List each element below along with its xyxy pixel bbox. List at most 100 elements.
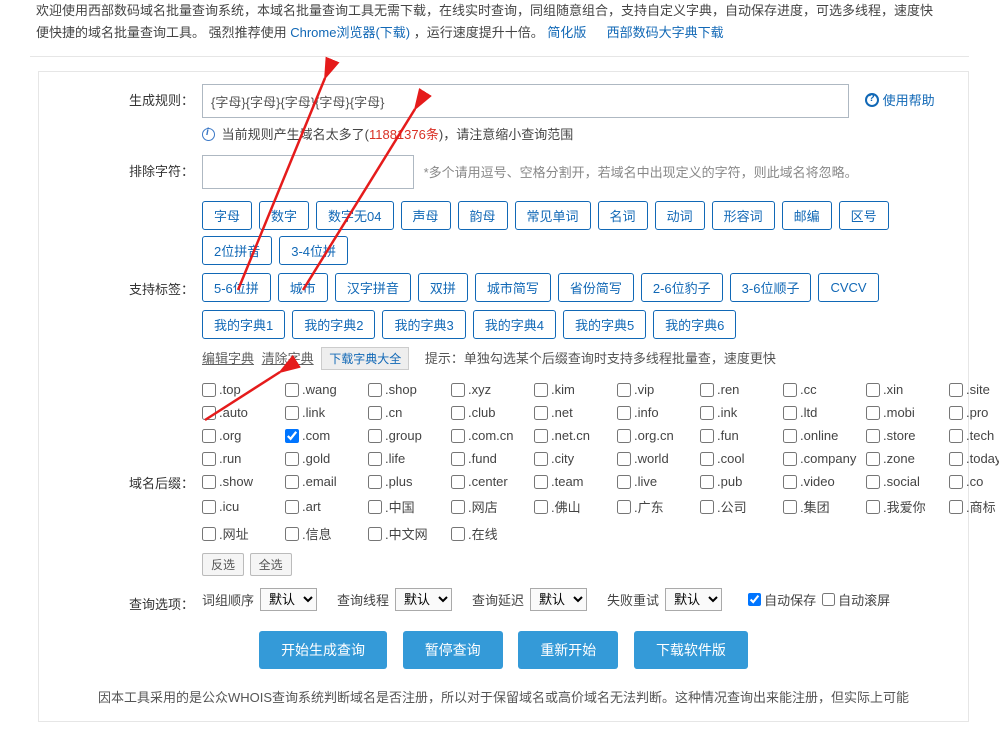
suffix-中国[interactable]: .中国: [368, 497, 448, 516]
suffix-org[interactable]: .org: [202, 428, 282, 443]
tag-CVCV[interactable]: CVCV: [818, 273, 878, 302]
suffix-gold[interactable]: .gold: [285, 451, 365, 466]
suffix-checkbox-online[interactable]: [783, 429, 797, 443]
opt-delay-select[interactable]: 默认: [530, 588, 587, 611]
suffix-net[interactable]: .net: [534, 405, 614, 420]
suffix-checkbox-我爱你[interactable]: [866, 500, 880, 514]
suffix-center[interactable]: .center: [451, 474, 531, 489]
suffix-site[interactable]: .site: [949, 382, 999, 397]
suffix-video[interactable]: .video: [783, 474, 863, 489]
suffix-checkbox-social[interactable]: [866, 475, 880, 489]
suffix-checkbox-pub[interactable]: [700, 475, 714, 489]
tag-城市简写[interactable]: 城市简写: [475, 273, 551, 302]
suffix-checkbox-store[interactable]: [866, 429, 880, 443]
suffix-ink[interactable]: .ink: [700, 405, 780, 420]
suffix-cn[interactable]: .cn: [368, 405, 448, 420]
suffix-fund[interactable]: .fund: [451, 451, 531, 466]
suffix-mobi[interactable]: .mobi: [866, 405, 946, 420]
suffix-online[interactable]: .online: [783, 428, 863, 443]
suffix-信息[interactable]: .信息: [285, 524, 365, 543]
btn-restart[interactable]: 重新开始: [518, 631, 618, 669]
suffix-checkbox-run[interactable]: [202, 452, 216, 466]
tag-3-6位顺子[interactable]: 3-6位顺子: [730, 273, 812, 302]
tag-我的字典2[interactable]: 我的字典2: [292, 310, 375, 339]
tag-汉字拼音[interactable]: 汉字拼音: [335, 273, 411, 302]
suffix-checkbox-网店[interactable]: [451, 500, 465, 514]
suffix-checkbox-orgcn[interactable]: [617, 429, 631, 443]
suffix-auto[interactable]: .auto: [202, 405, 282, 420]
tag-动词[interactable]: 动词: [655, 201, 705, 230]
tag-城市[interactable]: 城市: [278, 273, 328, 302]
suffix-company[interactable]: .company: [783, 451, 863, 466]
opt-retry-select[interactable]: 默认: [665, 588, 722, 611]
tag-邮编[interactable]: 邮编: [782, 201, 832, 230]
btn-start[interactable]: 开始生成查询: [259, 631, 387, 669]
suffix-checkbox-zone[interactable]: [866, 452, 880, 466]
suffix-orgcn[interactable]: .org.cn: [617, 428, 697, 443]
suffix-checkbox-club[interactable]: [451, 406, 465, 420]
suffix-checkbox-team[interactable]: [534, 475, 548, 489]
suffix-checkbox-ltd[interactable]: [783, 406, 797, 420]
suffix-checkbox-商标[interactable]: [949, 500, 963, 514]
opt-order-select[interactable]: 默认: [260, 588, 317, 611]
suffix-checkbox-today[interactable]: [949, 452, 963, 466]
tag-数字[interactable]: 数字: [259, 201, 309, 230]
btn-invert[interactable]: 反选: [202, 553, 244, 576]
suffix-我爱你[interactable]: .我爱你: [866, 497, 946, 516]
exclude-input[interactable]: [202, 155, 414, 189]
suffix-checkbox-tech[interactable]: [949, 429, 963, 443]
suffix-show[interactable]: .show: [202, 474, 282, 489]
suffix-today[interactable]: .today: [949, 451, 999, 466]
suffix-广东[interactable]: .广东: [617, 497, 697, 516]
suffix-cool[interactable]: .cool: [700, 451, 780, 466]
suffix-pro[interactable]: .pro: [949, 405, 999, 420]
suffix-checkbox-email[interactable]: [285, 475, 299, 489]
tag-我的字典6[interactable]: 我的字典6: [653, 310, 736, 339]
suffix-checkbox-mobi[interactable]: [866, 406, 880, 420]
suffix-plus[interactable]: .plus: [368, 474, 448, 489]
suffix-live[interactable]: .live: [617, 474, 697, 489]
suffix-checkbox-cool[interactable]: [700, 452, 714, 466]
suffix-life[interactable]: .life: [368, 451, 448, 466]
suffix-ltd[interactable]: .ltd: [783, 405, 863, 420]
tag-字母[interactable]: 字母: [202, 201, 252, 230]
suffix-checkbox-comcn[interactable]: [451, 429, 465, 443]
btn-download-soft[interactable]: 下载软件版: [634, 631, 748, 669]
suffix-shop[interactable]: .shop: [368, 382, 448, 397]
suffix-checkbox-art[interactable]: [285, 500, 299, 514]
suffix-checkbox-集团[interactable]: [783, 500, 797, 514]
suffix-checkbox-广东[interactable]: [617, 500, 631, 514]
tag-名词[interactable]: 名词: [598, 201, 648, 230]
suffix-checkbox-show[interactable]: [202, 475, 216, 489]
suffix-city[interactable]: .city: [534, 451, 614, 466]
suffix-checkbox-fun[interactable]: [700, 429, 714, 443]
suffix-checkbox-cn[interactable]: [368, 406, 382, 420]
suffix-ren[interactable]: .ren: [700, 382, 780, 397]
suffix-checkbox-video[interactable]: [783, 475, 797, 489]
gen-rule-input[interactable]: [202, 84, 849, 118]
suffix-checkbox-wang[interactable]: [285, 383, 299, 397]
tag-5-6位拼[interactable]: 5-6位拼: [202, 273, 271, 302]
suffix-pub[interactable]: .pub: [700, 474, 780, 489]
suffix-wang[interactable]: .wang: [285, 382, 365, 397]
suffix-store[interactable]: .store: [866, 428, 946, 443]
suffix-tech[interactable]: .tech: [949, 428, 999, 443]
suffix-top[interactable]: .top: [202, 382, 282, 397]
btn-pause[interactable]: 暂停查询: [403, 631, 503, 669]
suffix-xyz[interactable]: .xyz: [451, 382, 531, 397]
tag-3-4位拼[interactable]: 3-4位拼: [279, 236, 348, 265]
tag-2-6位豹子[interactable]: 2-6位豹子: [641, 273, 723, 302]
suffix-checkbox-vip[interactable]: [617, 383, 631, 397]
suffix-checkbox-icu[interactable]: [202, 500, 216, 514]
suffix-checkbox-auto[interactable]: [202, 406, 216, 420]
tag-省份简写[interactable]: 省份简写: [558, 273, 634, 302]
suffix-netcn[interactable]: .net.cn: [534, 428, 614, 443]
suffix-checkbox-co[interactable]: [949, 475, 963, 489]
suffix-checkbox-ink[interactable]: [700, 406, 714, 420]
suffix-checkbox-life[interactable]: [368, 452, 382, 466]
opt-autosave[interactable]: 自动保存: [748, 590, 816, 609]
suffix-co[interactable]: .co: [949, 474, 999, 489]
suffix-checkbox-group[interactable]: [368, 429, 382, 443]
suffix-checkbox-world[interactable]: [617, 452, 631, 466]
suffix-checkbox-plus[interactable]: [368, 475, 382, 489]
